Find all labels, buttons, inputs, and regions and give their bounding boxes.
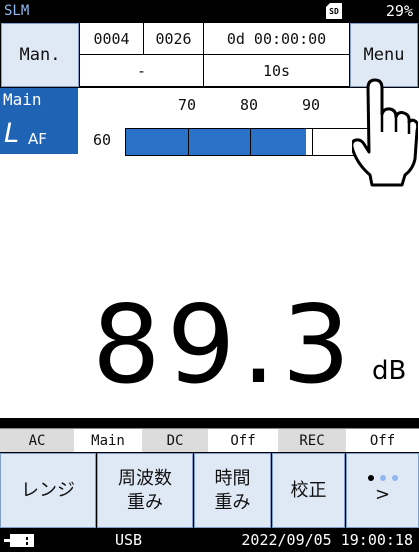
counter-a: 0004 bbox=[80, 23, 143, 54]
hand-pointer-icon bbox=[352, 78, 418, 187]
status-bar: SLM SD 29% bbox=[0, 0, 419, 22]
channel-status-row: AC Main DC Off REC Off bbox=[0, 428, 419, 453]
connection-label: USB bbox=[115, 531, 143, 549]
scale-start-label: 60 bbox=[93, 131, 112, 149]
battery-level: 29% bbox=[385, 2, 413, 20]
ac-value: Main bbox=[91, 433, 125, 449]
mode-button[interactable]: Man. bbox=[1, 23, 79, 87]
date-time: 2022/09/05 19:00:18 bbox=[241, 531, 413, 549]
scale-label-90: 90 bbox=[302, 96, 321, 114]
bar-tick bbox=[312, 129, 313, 155]
range-button[interactable]: レンジ bbox=[0, 453, 96, 528]
bar-tick bbox=[250, 129, 251, 155]
weighting-symbol: L bbox=[4, 118, 20, 149]
dc-label: DC bbox=[142, 429, 208, 453]
time-weighting-button[interactable]: 時間 重み bbox=[194, 453, 271, 528]
sd-card-icon: SD bbox=[326, 3, 342, 19]
sub-value: - bbox=[80, 55, 203, 86]
softkey-row: レンジ 周波数 重み 時間 重み 校正 > bbox=[0, 452, 419, 529]
scale-label-70: 70 bbox=[178, 96, 197, 114]
page-dot bbox=[391, 474, 398, 481]
scale-label-80: 80 bbox=[240, 96, 259, 114]
level-bar-fill bbox=[126, 129, 307, 155]
page-indicator bbox=[367, 474, 398, 481]
time-weight-line2: 重み bbox=[214, 491, 251, 513]
ac-label: AC bbox=[0, 429, 74, 453]
time-weight-line1: 時間 bbox=[214, 467, 251, 489]
next-arrow: > bbox=[374, 483, 391, 505]
usb-plug-icon bbox=[4, 534, 34, 547]
rec-label: REC bbox=[278, 429, 346, 453]
page-dot bbox=[367, 474, 374, 481]
elapsed-time: 0d 00:00:00 bbox=[204, 23, 349, 54]
frequency-weighting-button[interactable]: 周波数 重み bbox=[97, 453, 193, 528]
next-page-button[interactable]: > bbox=[346, 453, 419, 528]
dc-value: Off bbox=[230, 433, 256, 449]
unit-label: dB bbox=[372, 356, 407, 386]
bottom-status-bar: USB 2022/09/05 19:00:18 bbox=[0, 529, 419, 552]
calibrate-label: 校正 bbox=[290, 479, 327, 501]
measure-interval: 10s bbox=[204, 55, 349, 86]
calibrate-button[interactable]: 校正 bbox=[272, 453, 345, 528]
freq-weight-line2: 重み bbox=[127, 491, 163, 513]
bar-tick bbox=[188, 129, 189, 155]
sound-level-reading: 89.3 bbox=[92, 283, 357, 408]
rec-value: Off bbox=[369, 433, 396, 449]
weighting-subscript: AF bbox=[28, 130, 47, 148]
counter-b: 0026 bbox=[144, 23, 203, 54]
mode-indicator: SLM bbox=[4, 3, 30, 19]
channel-label: Main bbox=[3, 90, 42, 109]
freq-weight-line1: 周波数 bbox=[118, 467, 172, 489]
main-channel-tag[interactable]: Main L AF bbox=[0, 88, 78, 154]
level-bar bbox=[125, 128, 373, 156]
page-dot bbox=[379, 474, 386, 481]
range-label: レンジ bbox=[21, 479, 75, 501]
